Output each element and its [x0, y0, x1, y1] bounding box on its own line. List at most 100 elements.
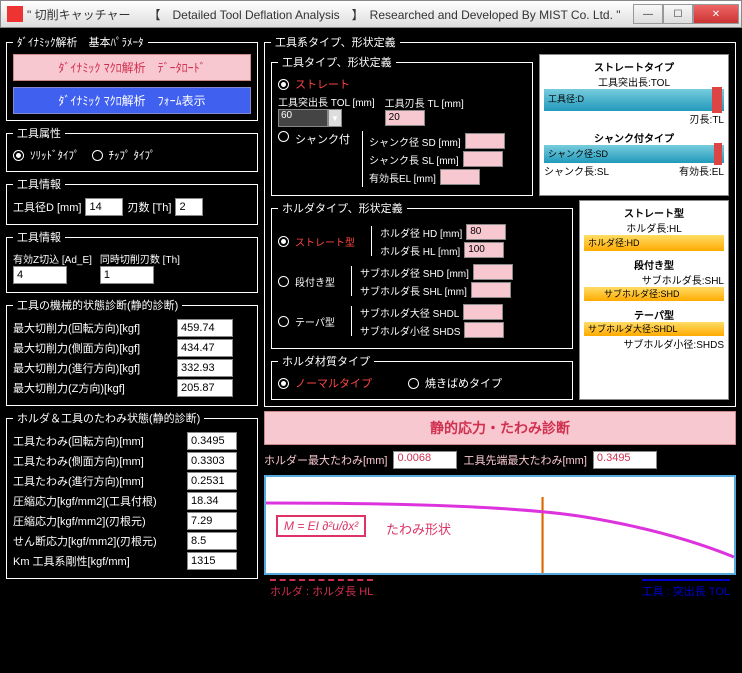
graph-foot-holder: ホルダ : ホルダ長 HL [270, 579, 373, 599]
defl-value-1[interactable] [187, 452, 237, 470]
holder-material-legend: ホルダ材質タイプ [278, 353, 374, 369]
shank-label: シャンク付 [295, 131, 350, 147]
effective-z-input[interactable] [13, 266, 67, 284]
shds-input[interactable] [464, 322, 504, 338]
diag-bar-shank: シャンク径:SD [544, 145, 724, 163]
normal-type-radio[interactable] [278, 378, 289, 389]
diag-shank-title: シャンク付タイプ [544, 130, 724, 145]
deflection-state-legend: ホルダ＆工具のたわみ状態(静的診断) [13, 410, 204, 426]
tol-dropdown-icon[interactable]: ▼ [328, 109, 342, 127]
tl-label: 工具刃長 TL [mm] [385, 95, 464, 110]
tol-select[interactable]: 60 [278, 109, 328, 127]
el-input[interactable] [440, 169, 480, 185]
flutes-label: 刃数 [Th] [127, 199, 171, 215]
solid-type-radio[interactable] [13, 150, 24, 161]
shank-radio[interactable] [278, 131, 289, 142]
tool-shape-group: 工具タイプ、形状定義 ストレート 工具突出長 TOL [mm] 60 ▼ [271, 54, 533, 196]
diag-straight-title: ストレートタイプ [544, 59, 724, 74]
force-value-1[interactable] [177, 339, 233, 357]
tl-input[interactable]: 20 [385, 110, 425, 126]
el-label: 有効長EL [mm] [369, 170, 436, 185]
mech-state-group: 工具の機械的状態診断(静的診断) 最大切削力(回転方向)[kgf]最大切削力(側… [6, 297, 258, 406]
simul-cut-input[interactable] [100, 266, 154, 284]
defl-label-6: Km 工具系剛性[kgf/mm] [13, 553, 183, 569]
force-label-2: 最大切削力(進行方向)[kgf] [13, 360, 173, 376]
holder-straight-label: ストレート型 [295, 234, 355, 249]
defl-value-4[interactable] [187, 512, 237, 530]
chip-type-label: ﾁｯﾌﾟ ﾀｲﾌﾟ [109, 147, 156, 163]
tool-diameter-label: 工具径D [mm] [13, 199, 81, 215]
hl-label: ホルダ長 HL [mm] [380, 243, 460, 258]
defl-value-6[interactable] [187, 552, 237, 570]
holder-straight-radio[interactable] [278, 236, 289, 247]
maximize-button[interactable]: ☐ [663, 4, 693, 24]
shrink-fit-label: 焼きばめタイプ [425, 375, 502, 391]
mech-state-legend: 工具の機械的状態診断(静的診断) [13, 297, 182, 313]
holder-shape-group: ホルダタイプ、形状定義 ストレート型 ホルダ径 HD [mm]80 ホルダ長 H… [271, 200, 573, 349]
defl-value-0[interactable] [187, 432, 237, 450]
force-value-0[interactable] [177, 319, 233, 337]
solid-type-label: ｿﾘｯﾄﾞﾀｲﾌﾟ [30, 147, 80, 163]
holder-max-defl-label: ホルダー最大たわみ[mm] [264, 452, 387, 468]
defl-value-3[interactable] [187, 492, 237, 510]
hl-input[interactable]: 100 [464, 242, 504, 258]
tool-info-2-legend: 工具情報 [13, 229, 65, 245]
formula-box: M = EI ∂²u/∂x² [276, 515, 366, 537]
force-label-0: 最大切削力(回転方向)[kgf] [13, 320, 173, 336]
defl-label-0: 工具たわみ(回転方向)[mm] [13, 433, 183, 449]
defl-label-5: せん断応力[kgf/mm2](刃根元) [13, 533, 183, 549]
force-label-3: 最大切削力(Z方向)[kgf] [13, 380, 173, 396]
holder-diagram: ストレート型 ホルダ長:HL ホルダ径:HD 段付き型 サブホルダ長:SHL サ… [579, 200, 729, 400]
flutes-input[interactable] [175, 198, 203, 216]
static-analysis-button[interactable]: 静的応力・たわみ診断 [264, 411, 736, 445]
shdl-label: サブホルダ大径 SHDL [360, 305, 459, 320]
holder-taper-radio[interactable] [278, 316, 289, 327]
tool-shape-legend: 工具タイプ、形状定義 [278, 54, 396, 70]
effective-z-label: 有効Z切込 [Ad_E] [13, 251, 92, 266]
sd-label: シャンク径 SD [mm] [369, 134, 461, 149]
deflection-state-group: ホルダ＆工具のたわみ状態(静的診断) 工具たわみ(回転方向)[mm] 工具たわみ(… [6, 410, 258, 579]
sl-label: シャンク長 SL [mm] [369, 152, 459, 167]
straight-radio[interactable] [278, 79, 289, 90]
shd-input[interactable] [473, 264, 513, 280]
hd-label: ホルダ径 HD [mm] [380, 225, 462, 240]
form-show-button[interactable]: ﾀﾞｲﾅﾐｯｸ ﾏｸﾛ解析 ﾌｫｰﾑ表示 [13, 87, 251, 114]
tool-diameter-input[interactable] [85, 198, 123, 216]
shd-label: サブホルダ径 SHD [mm] [360, 265, 469, 280]
tool-info-2-group: 工具情報 有効Z切込 [Ad_E] 同時切削刃数 [Th] [6, 229, 258, 293]
tool-tip-max-defl-value: 0.3495 [593, 451, 657, 469]
force-value-3[interactable] [177, 379, 233, 397]
tool-info-1-legend: 工具情報 [13, 176, 65, 192]
chip-type-radio[interactable] [92, 150, 103, 161]
dynamic-params-group: ﾀﾞｲﾅﾐｯｸ解析 基本ﾊﾟﾗﾒｰﾀ ﾀﾞｲﾅﾐｯｸ ﾏｸﾛ解析 ﾃﾞｰﾀﾛｰﾄ… [6, 34, 258, 121]
window-buttons: — ☐ ✕ [633, 4, 739, 24]
defl-label-3: 圧縮応力[kgf/mm2](工具付根) [13, 493, 183, 509]
shdl-input[interactable] [463, 304, 503, 320]
window-title: " 切削キャッチャー 【 Detailed Tool Deflation Ana… [27, 6, 633, 23]
shl-label: サブホルダ長 SHL [mm] [360, 283, 467, 298]
diag-tol-label: 工具突出長:TOL [544, 74, 724, 89]
data-load-button[interactable]: ﾀﾞｲﾅﾐｯｸ ﾏｸﾛ解析 ﾃﾞｰﾀﾛｰﾄﾞ [13, 54, 251, 81]
holder-step-radio[interactable] [278, 276, 289, 287]
holder-max-defl-value: 0.0068 [393, 451, 457, 469]
normal-type-label: ノーマルタイプ [295, 375, 372, 391]
shl-input[interactable] [471, 282, 511, 298]
force-value-2[interactable] [177, 359, 233, 377]
close-button[interactable]: ✕ [693, 4, 739, 24]
defl-value-2[interactable] [187, 472, 237, 490]
tool-system-group: 工具系タイプ、形状定義 工具タイプ、形状定義 ストレート 工具突出長 TOL [… [264, 34, 736, 407]
diag-bar-straight: 工具径:D [544, 89, 724, 111]
holder-material-group: ホルダ材質タイプ ノーマルタイプ 焼きばめタイプ [271, 353, 573, 400]
sd-input[interactable] [465, 133, 505, 149]
minimize-button[interactable]: — [633, 4, 663, 24]
holder-step-label: 段付き型 [295, 274, 335, 289]
defl-label-2: 工具たわみ(進行方向)[mm] [13, 473, 183, 489]
hd-input[interactable]: 80 [466, 224, 506, 240]
defl-label-1: 工具たわみ(側面方向)[mm] [13, 453, 183, 469]
titlebar: " 切削キャッチャー 【 Detailed Tool Deflation Ana… [0, 0, 742, 28]
shrink-fit-radio[interactable] [408, 378, 419, 389]
straight-label: ストレート [295, 76, 350, 92]
deflection-graph: M = EI ∂²u/∂x² たわみ形状 [264, 475, 736, 575]
defl-value-5[interactable] [187, 532, 237, 550]
sl-input[interactable] [463, 151, 503, 167]
